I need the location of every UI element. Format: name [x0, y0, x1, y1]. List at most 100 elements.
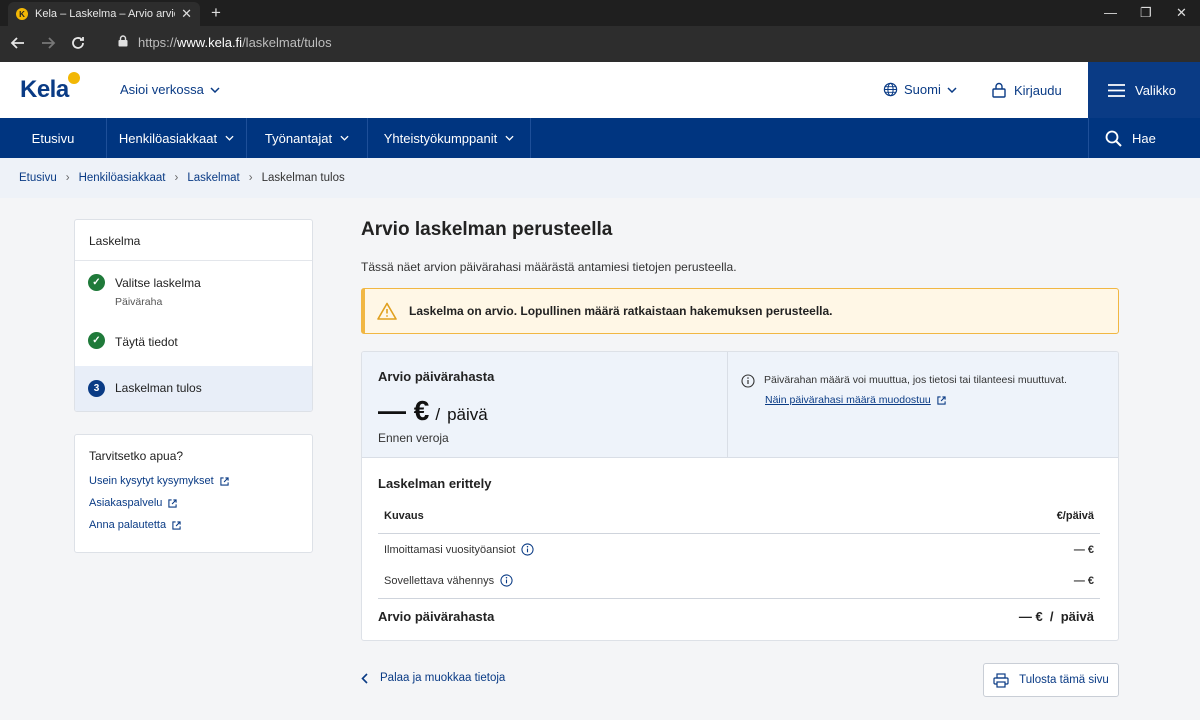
tax-note: Ennen veroja — [378, 431, 449, 445]
help-link-palaute[interactable]: Anna palautetta — [89, 519, 298, 531]
help-link-faq[interactable]: Usein kysytyt kysymykset — [89, 475, 298, 487]
result-amount-block: Arvio päivärahasta — € / päivä Ennen veroj… — [378, 369, 495, 445]
minimize-icon[interactable]: — — [1104, 5, 1117, 20]
nav-etusivu[interactable]: Etusivu — [0, 118, 107, 158]
result-amount: — € / päivä — [378, 395, 488, 427]
breadcrumb-henkiloasiakkaat[interactable]: Henkilöasiakkaat — [79, 172, 166, 184]
globe-icon — [883, 82, 898, 97]
browser-tab-bar: K Kela – Laskelma – Arvio arviom ✕ + — ❐… — [0, 0, 1200, 26]
row-label-text: Ilmoittamasi vuosityöansiot — [384, 543, 516, 556]
row-value: — € — [1073, 543, 1094, 556]
chevron-down-icon — [210, 86, 220, 93]
chevron-down-icon — [947, 86, 957, 93]
chevron-right-icon: › — [248, 172, 253, 184]
info-icon[interactable] — [521, 543, 535, 556]
steps-panel: Laskelma ✓ Valitse laskelma Päiväraha ✓ … — [74, 219, 313, 412]
tab-close-icon[interactable]: ✕ — [181, 6, 192, 22]
steps-title: Laskelma — [75, 220, 312, 261]
step-valitse-laskelma[interactable]: ✓ Valitse laskelma Päiväraha — [75, 261, 312, 320]
external-link-icon — [937, 395, 946, 405]
asioi-label: Asioi verkossa — [120, 82, 204, 97]
total-label: Arvio päivärahasta — [378, 609, 495, 624]
nav-label: Yhteistyökumppanit — [383, 130, 498, 146]
amount-value: — € — [378, 395, 430, 426]
step-number-badge: 3 — [88, 380, 105, 397]
info-link-label: Näin päivärahasi määrä muodostuu — [765, 394, 931, 406]
main-content: Arvio laskelman perusteella Tässä näet a… — [361, 219, 1119, 697]
info-link[interactable]: Näin päivärahasi määrä muodostuu — [765, 394, 946, 406]
breadcrumb-etusivu[interactable]: Etusivu — [19, 172, 57, 184]
hamburger-icon — [1108, 83, 1125, 97]
breadcrumb-laskelmat[interactable]: Laskelmat — [187, 172, 239, 184]
nav-tyonantajat[interactable]: Työnantajat — [247, 118, 368, 158]
step-label: Laskelman tulos — [115, 381, 202, 395]
total-row: Arvio päivärahasta — € / päivä — [378, 598, 1100, 634]
breakdown-table: Kuvaus €/päivä Ilmoittamasi vuosityöansi… — [378, 510, 1100, 634]
row-label: Sovellettava vähennys — [384, 574, 513, 587]
check-circle-icon: ✓ — [88, 332, 105, 349]
nav-label: Työnantajat — [264, 130, 333, 146]
table-row: Ilmoittamasi vuosityöansiot — € — [378, 534, 1100, 565]
search-label: Hae — [1132, 130, 1156, 146]
address-bar[interactable]: https://www.kela.fi/laskelmat/tulos — [118, 35, 332, 50]
print-button[interactable]: Tulosta tämä sivu — [983, 663, 1119, 697]
table-row: Sovellettava vähennys — € — [378, 565, 1100, 596]
chevron-down-icon — [340, 135, 349, 141]
forward-arrow-icon[interactable] — [40, 35, 56, 54]
maximize-icon[interactable]: ❐ — [1140, 5, 1152, 21]
printer-icon — [993, 672, 1009, 688]
menu-button[interactable]: Valikko — [1088, 62, 1200, 118]
info-icon — [741, 374, 755, 388]
logo-mark-icon — [68, 72, 80, 84]
row-label-text: Sovellettava vähennys — [384, 574, 495, 587]
result-info: Päivärahan määrä voi muuttua, jos tietos… — [741, 374, 1101, 406]
table-header: Kuvaus €/päivä — [378, 510, 1100, 534]
step-laskelman-tulos: 3 Laskelman tulos — [75, 366, 312, 411]
menu-label: Valikko — [1135, 82, 1176, 98]
step-tayta-tiedot[interactable]: ✓ Täytä tiedot — [75, 320, 312, 366]
breakdown-title: Laskelman erittely — [378, 476, 492, 491]
url-prefix: https:// — [138, 35, 178, 50]
asioi-verkossa-dropdown[interactable]: Asioi verkossa — [120, 82, 220, 97]
help-link-label: Anna palautetta — [89, 519, 167, 531]
back-arrow-icon[interactable] — [10, 35, 26, 54]
nav-henkiloasiakkaat[interactable]: Henkilöasiakkaat — [107, 118, 247, 158]
nav-label: Henkilöasiakkaat — [118, 130, 218, 146]
chevron-down-icon — [505, 135, 514, 141]
help-link-label: Usein kysytyt kysymykset — [89, 475, 214, 487]
padlock-icon — [992, 82, 1006, 98]
external-link-icon — [220, 476, 229, 486]
help-link-asiakaspalvelu[interactable]: Asiakaspalvelu — [89, 497, 298, 509]
page-lead: Tässä näet arvion päivärahasi määrästä a… — [361, 260, 737, 274]
help-title: Tarvitsetko apua? — [89, 449, 184, 463]
window-close-icon[interactable]: ✕ — [1176, 5, 1187, 21]
language-label: Suomi — [904, 82, 941, 97]
notice-text: Laskelma on arvio. Lopullinen määrä ratk… — [409, 304, 833, 318]
browser-tab[interactable]: K Kela – Laskelma – Arvio arviom ✕ — [8, 2, 200, 26]
login-link[interactable]: Kirjaudu — [992, 82, 1062, 98]
language-selector[interactable]: Suomi — [883, 82, 957, 97]
url-path: /laskelmat/tulos — [242, 35, 332, 50]
step-sublabel: Päiväraha — [115, 296, 163, 308]
kela-logo[interactable]: Kela — [20, 76, 69, 104]
search-icon — [1105, 130, 1122, 147]
external-link-icon — [168, 498, 178, 508]
nav-label: Etusivu — [31, 130, 75, 146]
result-title: Arvio päivärahasta — [378, 369, 495, 384]
reload-icon[interactable] — [70, 35, 86, 54]
warning-triangle-icon — [377, 302, 397, 320]
breadcrumb-current: Laskelman tulos — [261, 172, 345, 184]
help-panel: Tarvitsetko apua? Usein kysytyt kysymyks… — [74, 434, 313, 553]
nav-yhteistyokumppanit[interactable]: Yhteistyökumppanit — [368, 118, 531, 158]
print-label: Tulosta tämä sivu — [1019, 674, 1109, 686]
row-label: Ilmoittamasi vuosityöansiot — [384, 543, 535, 556]
help-link-label: Asiakaspalvelu — [89, 497, 163, 509]
amount-separator: / — [435, 405, 441, 424]
new-tab-icon[interactable]: + — [211, 3, 221, 23]
search-button[interactable]: Hae — [1088, 118, 1200, 158]
back-edit-link[interactable]: Palaa ja muokkaa tietoja — [361, 672, 505, 684]
lock-icon — [118, 35, 128, 50]
info-icon[interactable] — [500, 574, 513, 587]
column-header-kuvaus: Kuvaus — [384, 510, 424, 522]
step-label: Täytä tiedot — [115, 335, 178, 349]
